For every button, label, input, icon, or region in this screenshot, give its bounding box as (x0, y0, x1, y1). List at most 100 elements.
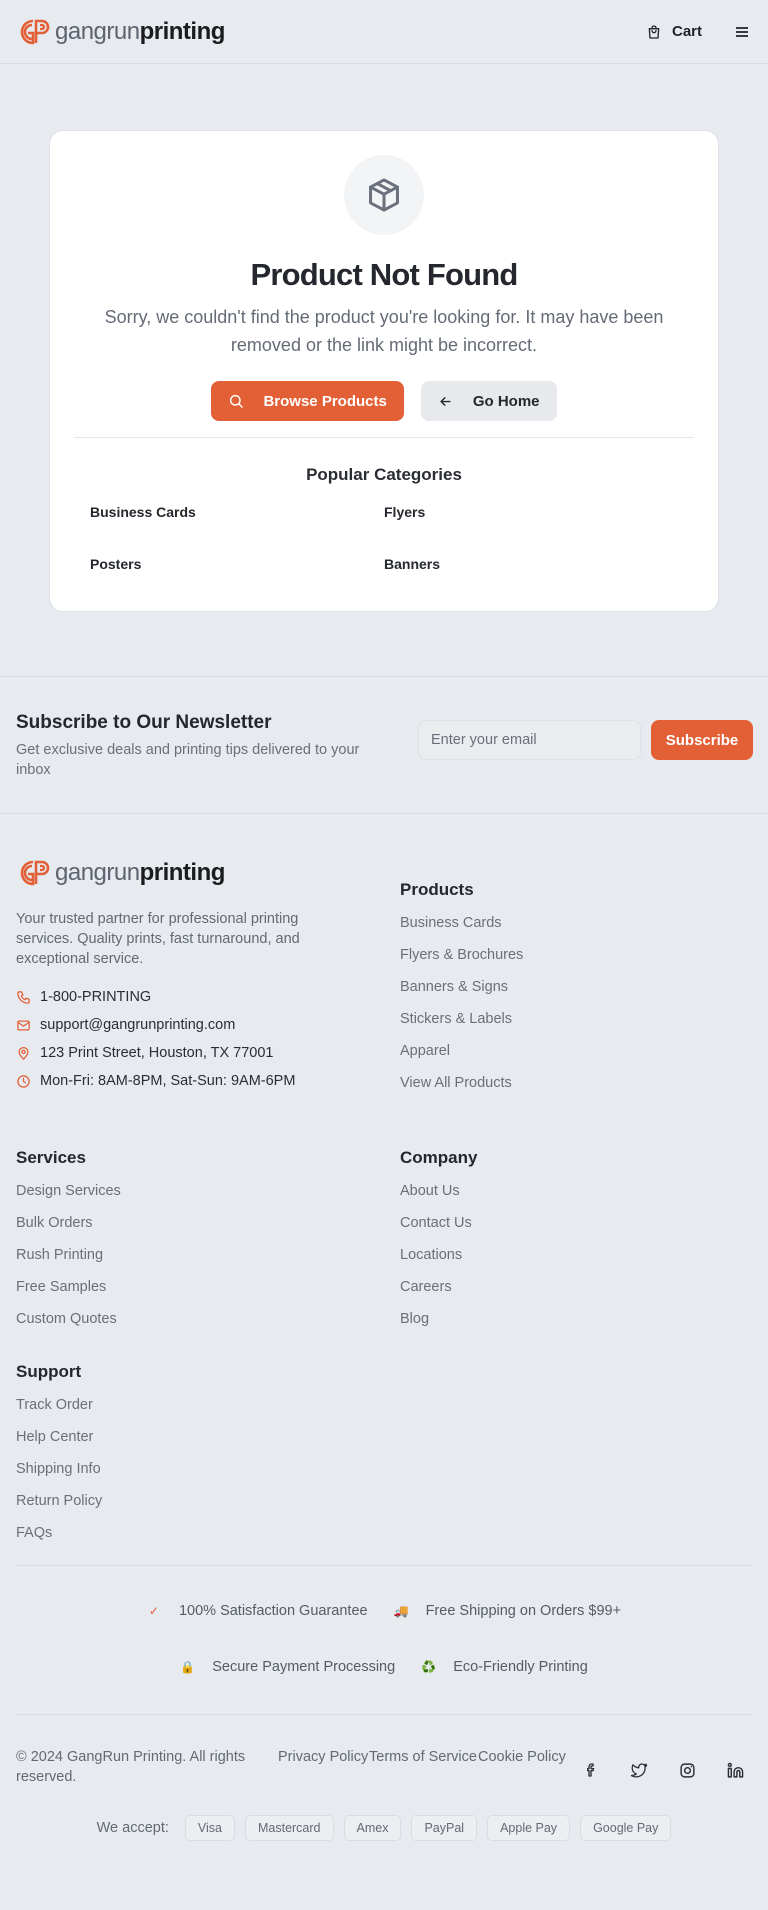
category-link-flyers[interactable]: Flyers (384, 502, 678, 522)
checkmark-icon: ✓ (148, 1604, 159, 1618)
footer-link-contact-us[interactable]: Contact Us (400, 1212, 752, 1244)
footer-link-custom-quotes[interactable]: Custom Quotes (16, 1308, 400, 1340)
phone-icon (17, 990, 30, 1004)
footer-link-view-all-products[interactable]: View All Products (400, 1072, 752, 1104)
newsletter-text: Subscribe to Our Newsletter Get exclusiv… (16, 711, 416, 780)
company-title: Company (400, 1148, 478, 1167)
footer-logo[interactable]: gangrunprinting (19, 859, 400, 887)
twitter-icon (630, 1762, 647, 1777)
trust-badge-secure: 🔒 Secure Payment Processing (180, 1659, 395, 1675)
footer-logo-wordmark: gangrunprinting (55, 861, 225, 885)
payment-chip-amex: Amex (343, 1815, 402, 1841)
support-links: Track Order Help Center Shipping Info Re… (16, 1394, 400, 1554)
trust-badge-shipping-text: Free Shipping on Orders $99+ (425, 1603, 622, 1619)
contact-phone[interactable]: 1-800-PRINTING (16, 983, 400, 1011)
menu-button[interactable] (732, 22, 752, 42)
shopping-bag-icon (648, 24, 660, 39)
footer-grid: gangrunprinting Your trusted partner for… (16, 859, 752, 1554)
footer-link-blog[interactable]: Blog (400, 1308, 752, 1340)
cart-button[interactable]: Cart (646, 23, 702, 40)
category-link-banners[interactable]: Banners (384, 554, 678, 574)
footer-link-banners-signs[interactable]: Banners & Signs (400, 976, 752, 1008)
newsletter-section: Subscribe to Our Newsletter Get exclusiv… (0, 676, 768, 814)
footer-company-column: Company About Us Contact Us Locations Ca… (400, 1126, 752, 1554)
payment-methods: We accept: Visa Mastercard Amex PayPal A… (16, 1815, 752, 1841)
contact-email[interactable]: support@gangrunprinting.com (16, 1011, 400, 1039)
not-found-message: Sorry, we couldn't find the product you'… (104, 307, 664, 355)
trust-badge-satisfaction: ✓ 100% Satisfaction Guarantee (147, 1603, 368, 1619)
arrow-left-icon (440, 396, 451, 406)
footer-link-about-us[interactable]: About Us (400, 1180, 752, 1212)
facebook-link[interactable] (580, 1759, 602, 1781)
popular-categories-title: Popular Categories (306, 465, 462, 484)
site-logo[interactable]: gangrunprinting (19, 18, 225, 46)
contact-phone-text: 1-800-PRINTING (40, 989, 152, 1005)
footer-products-column: Products Business Cards Flyers & Brochur… (400, 859, 752, 1104)
main-content: Product Not Found Sorry, we couldn't fin… (0, 64, 768, 612)
services-links: Design Services Bulk Orders Rush Printin… (16, 1180, 400, 1340)
footer-link-rush-printing[interactable]: Rush Printing (16, 1244, 400, 1276)
category-link-posters[interactable]: Posters (90, 554, 384, 574)
footer-link-business-cards[interactable]: Business Cards (400, 912, 752, 944)
map-pin-icon (18, 1046, 29, 1060)
footer-link-design-services[interactable]: Design Services (16, 1180, 400, 1212)
facebook-icon (587, 1763, 595, 1777)
privacy-policy-link[interactable]: Privacy Policy (278, 1747, 369, 1767)
newsletter-email-input[interactable] (418, 720, 641, 760)
footer-support-column: Support Track Order Help Center Shipping… (16, 1361, 400, 1554)
footer-link-locations[interactable]: Locations (400, 1244, 752, 1276)
footer-link-track-order[interactable]: Track Order (16, 1394, 400, 1426)
footer-contacts: 1-800-PRINTING support@gangrunprinting.c… (16, 983, 400, 1095)
company-links: About Us Contact Us Locations Careers Bl… (400, 1180, 752, 1340)
footer-link-faqs[interactable]: FAQs (16, 1522, 400, 1554)
footer-link-stickers-labels[interactable]: Stickers & Labels (400, 1008, 752, 1040)
footer-description: Your trusted partner for professional pr… (16, 911, 300, 967)
page-title: Product Not Found (250, 257, 518, 292)
logo-text-bold: printing (139, 17, 226, 45)
footer-link-return-policy[interactable]: Return Policy (16, 1490, 400, 1522)
site-header: gangrunprinting Cart (0, 0, 768, 64)
footer-link-careers[interactable]: Careers (400, 1276, 752, 1308)
footer-link-flyers-brochures[interactable]: Flyers & Brochures (400, 944, 752, 976)
cart-label: Cart (671, 23, 702, 40)
trust-badge-eco-text: Eco-Friendly Printing (453, 1659, 588, 1675)
logo-mark-icon (20, 860, 50, 886)
payment-label: We accept: (96, 1820, 169, 1836)
logo-text-light: gangrun (55, 859, 140, 886)
terms-of-service-link[interactable]: Terms of Service (369, 1747, 478, 1767)
logo-text-light: gangrun (55, 17, 140, 45)
contact-email-text: support@gangrunprinting.com (40, 1017, 236, 1033)
instagram-link[interactable] (676, 1759, 698, 1781)
subscribe-button[interactable]: Subscribe (651, 720, 753, 760)
contact-address-text: 123 Print Street, Houston, TX 77001 (40, 1045, 274, 1061)
site-footer: gangrunprinting Your trusted partner for… (0, 859, 768, 1841)
footer-link-shipping-info[interactable]: Shipping Info (16, 1458, 400, 1490)
browse-products-button[interactable]: Browse Products (211, 381, 404, 421)
category-link-business-cards[interactable]: Business Cards (90, 502, 384, 522)
browse-products-label: Browse Products (263, 392, 387, 410)
payment-chip-mastercard: Mastercard (244, 1815, 334, 1841)
action-buttons: Browse Products Go Home (74, 381, 694, 421)
trust-badge-secure-text: Secure Payment Processing (212, 1659, 396, 1675)
instagram-icon (679, 1762, 695, 1778)
newsletter-subtitle: Get exclusive deals and printing tips de… (16, 742, 360, 778)
twitter-link[interactable] (628, 1759, 650, 1781)
footer-link-apparel[interactable]: Apparel (400, 1040, 752, 1072)
linkedin-link[interactable] (724, 1759, 746, 1781)
mail-icon (17, 1020, 30, 1030)
services-title: Services (16, 1148, 86, 1167)
cookie-policy-link[interactable]: Cookie Policy (478, 1747, 566, 1767)
trust-badge-eco: ♻️ Eco-Friendly Printing (421, 1659, 588, 1675)
footer-bottom: © 2024 GangRun Printing. All rights rese… (16, 1714, 752, 1787)
footer-link-free-samples[interactable]: Free Samples (16, 1276, 400, 1308)
go-home-button[interactable]: Go Home (420, 381, 557, 421)
footer-link-bulk-orders[interactable]: Bulk Orders (16, 1212, 400, 1244)
go-home-label: Go Home (472, 392, 540, 410)
popular-categories-grid: Business Cards Flyers Posters Banners (90, 502, 678, 574)
footer-link-help-center[interactable]: Help Center (16, 1426, 400, 1458)
trust-badge-shipping: 🚚 Free Shipping on Orders $99+ (394, 1603, 621, 1619)
trust-badge-satisfaction-text: 100% Satisfaction Guarantee (178, 1603, 368, 1619)
social-links (580, 1759, 746, 1781)
products-title: Products (400, 880, 474, 899)
contact-address: 123 Print Street, Houston, TX 77001 (16, 1039, 400, 1067)
